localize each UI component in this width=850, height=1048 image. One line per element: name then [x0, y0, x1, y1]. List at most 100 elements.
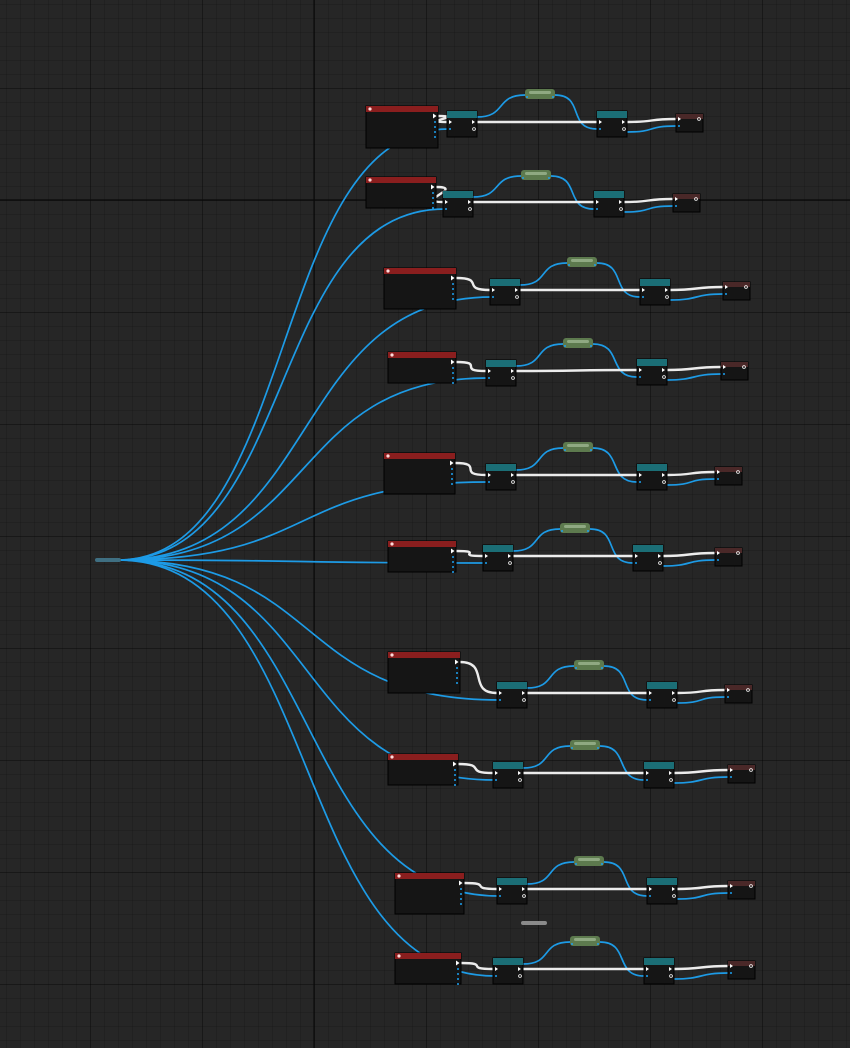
pure-node[interactable]: [567, 257, 597, 267]
output-data-pin[interactable]: [452, 382, 454, 384]
output-data-pin[interactable]: [590, 345, 592, 347]
output-data-pin[interactable]: [460, 893, 462, 895]
graph-wires-and-nodes[interactable]: [0, 0, 850, 1048]
event-node[interactable]: [387, 753, 459, 786]
data-wire[interactable]: [676, 892, 729, 900]
data-wire[interactable]: [522, 941, 571, 965]
output-data-pin[interactable]: [452, 367, 454, 369]
output-data-pin[interactable]: [452, 283, 454, 285]
output-data-pin[interactable]: [454, 779, 456, 781]
exec-wire[interactable]: [676, 884, 729, 891]
output-node[interactable]: [724, 684, 753, 704]
input-data-pin[interactable]: [675, 205, 677, 207]
pure-node[interactable]: [574, 856, 604, 866]
function-node[interactable]: [492, 957, 524, 985]
input-data-pin[interactable]: [642, 296, 644, 298]
exec-wire[interactable]: [673, 768, 729, 775]
exec-wire[interactable]: [662, 551, 716, 558]
output-data-pin[interactable]: [460, 903, 462, 905]
input-data-pin[interactable]: [499, 895, 501, 897]
exec-wire[interactable]: [626, 117, 677, 124]
pure-node[interactable]: [563, 338, 593, 348]
output-data-pin[interactable]: [548, 177, 550, 179]
input-data-pin[interactable]: [488, 481, 490, 483]
exec-wire[interactable]: [454, 461, 487, 477]
fan-out-wire[interactable]: [117, 208, 446, 561]
input-data-pin[interactable]: [488, 377, 490, 379]
input-data-pin[interactable]: [495, 779, 497, 781]
function-node[interactable]: [442, 190, 474, 218]
input-data-pin[interactable]: [575, 667, 577, 669]
input-data-pin[interactable]: [635, 562, 637, 564]
data-wire[interactable]: [623, 205, 674, 213]
output-node[interactable]: [714, 547, 743, 567]
output-data-pin[interactable]: [451, 478, 453, 480]
input-data-pin[interactable]: [727, 696, 729, 698]
output-data-pin[interactable]: [451, 473, 453, 475]
input-data-pin[interactable]: [596, 208, 598, 210]
exec-wire[interactable]: [457, 762, 494, 775]
input-data-pin[interactable]: [575, 863, 577, 865]
data-wire[interactable]: [666, 373, 722, 381]
input-data-pin[interactable]: [639, 376, 641, 378]
output-data-pin[interactable]: [452, 566, 454, 568]
fan-out-wire[interactable]: [117, 559, 500, 897]
output-data-pin[interactable]: [434, 131, 436, 133]
input-data-pin[interactable]: [568, 264, 570, 266]
input-data-pin[interactable]: [730, 776, 732, 778]
function-node[interactable]: [646, 681, 678, 709]
data-wire[interactable]: [662, 559, 716, 567]
function-node[interactable]: [446, 110, 478, 138]
output-data-pin[interactable]: [460, 888, 462, 890]
event-node[interactable]: [383, 452, 456, 495]
function-node[interactable]: [596, 110, 628, 138]
function-node[interactable]: [636, 358, 668, 386]
function-node[interactable]: [632, 544, 664, 572]
data-wire[interactable]: [515, 447, 564, 471]
input-data-pin[interactable]: [485, 562, 487, 564]
input-data-pin[interactable]: [717, 478, 719, 480]
output-data-pin[interactable]: [457, 983, 459, 985]
pure-node[interactable]: [521, 170, 551, 180]
input-data-pin[interactable]: [599, 128, 601, 130]
data-wire[interactable]: [472, 175, 522, 198]
input-data-pin[interactable]: [649, 699, 651, 701]
exec-wire[interactable]: [460, 961, 494, 971]
function-node[interactable]: [492, 761, 524, 789]
output-data-pin[interactable]: [590, 449, 592, 451]
output-data-pin[interactable]: [452, 571, 454, 573]
event-node[interactable]: [365, 105, 439, 149]
exec-wire[interactable]: [436, 114, 449, 124]
event-node[interactable]: [387, 351, 457, 384]
input-data-pin[interactable]: [571, 943, 573, 945]
output-data-pin[interactable]: [434, 121, 436, 123]
input-data-pin[interactable]: [730, 892, 732, 894]
exec-wire[interactable]: [669, 285, 724, 292]
exec-wire[interactable]: [666, 365, 722, 372]
output-data-pin[interactable]: [434, 126, 436, 128]
data-wire[interactable]: [596, 262, 641, 298]
output-node[interactable]: [675, 113, 704, 133]
input-data-pin[interactable]: [717, 559, 719, 561]
output-data-pin[interactable]: [434, 136, 436, 138]
input-data-pin[interactable]: [649, 895, 651, 897]
output-data-pin[interactable]: [457, 978, 459, 980]
output-node[interactable]: [672, 193, 701, 213]
output-data-pin[interactable]: [452, 377, 454, 379]
output-data-pin[interactable]: [454, 774, 456, 776]
output-node[interactable]: [727, 764, 756, 784]
exec-wire[interactable]: [666, 470, 716, 477]
output-data-pin[interactable]: [432, 207, 434, 209]
input-data-pin[interactable]: [678, 125, 680, 127]
output-node[interactable]: [714, 466, 743, 486]
function-node[interactable]: [496, 681, 528, 709]
blueprint-graph-canvas[interactable]: [0, 0, 850, 1048]
function-node[interactable]: [646, 877, 678, 905]
exec-wire[interactable]: [515, 368, 638, 373]
output-data-pin[interactable]: [456, 682, 458, 684]
pure-node[interactable]: [570, 936, 600, 946]
data-wire[interactable]: [673, 776, 729, 784]
source-reroute-node[interactable]: [95, 558, 121, 562]
data-wire[interactable]: [476, 94, 526, 118]
pure-node[interactable]: [563, 442, 593, 452]
